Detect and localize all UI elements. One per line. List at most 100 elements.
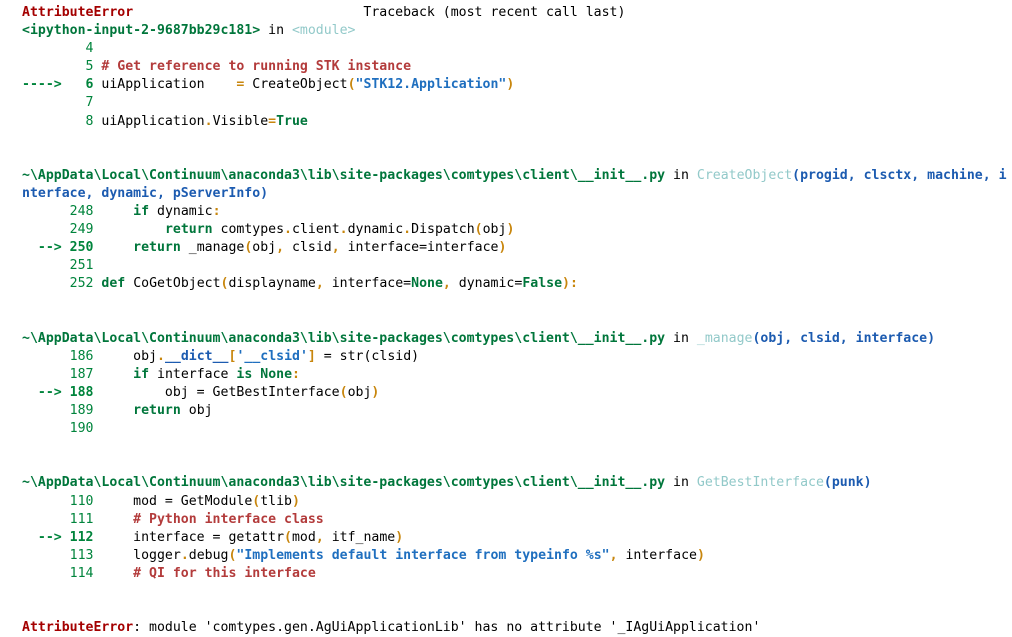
code-token: is bbox=[236, 366, 253, 382]
code-token: False bbox=[522, 276, 563, 292]
source-line: 190 bbox=[22, 420, 1012, 438]
code-token: ) bbox=[696, 547, 705, 563]
in-keyword: in bbox=[665, 167, 697, 183]
frame-scope: _manage bbox=[696, 330, 753, 346]
line-number: 8 bbox=[61, 113, 94, 129]
code-token: if bbox=[133, 204, 150, 220]
source-line: --> 188 obj = GetBestInterface(obj) bbox=[22, 384, 1012, 402]
final-exception-message: : module 'comtypes.gen.AgUiApplicationLi… bbox=[133, 620, 761, 636]
line-number: 250 bbox=[61, 240, 94, 256]
frame-location: ~\AppData\Local\Continuum\anaconda3\lib\… bbox=[22, 475, 666, 491]
source-line: 8 uiApplication.Visible=True bbox=[22, 113, 1012, 131]
source-line: 111 # Python interface class bbox=[22, 511, 1012, 529]
frame-scope: CreateObject bbox=[696, 167, 793, 183]
frame-arrow bbox=[22, 258, 62, 273]
frame-arrow bbox=[22, 59, 62, 74]
line-number: 188 bbox=[61, 384, 94, 400]
traceback-header-row: AttributeError Traceback (most recent ca… bbox=[22, 4, 1012, 22]
traceback-note: Traceback (most recent call last) bbox=[363, 5, 626, 20]
code-token: "STK12.Application" bbox=[355, 77, 507, 93]
code-token: _manage bbox=[180, 240, 245, 256]
code-token: comtypes bbox=[212, 222, 285, 238]
line-number: 189 bbox=[61, 403, 94, 419]
line-number: 252 bbox=[61, 276, 94, 292]
code-token: interface=interface bbox=[339, 240, 499, 256]
frame-gap bbox=[22, 149, 1012, 167]
in-keyword: in bbox=[260, 23, 292, 39]
frame-arrow: --> bbox=[22, 384, 62, 400]
line-number: 249 bbox=[61, 222, 94, 238]
code-token: logger bbox=[93, 547, 181, 563]
frame-arrow bbox=[22, 276, 62, 291]
source-line: 113 logger.debug("Implements default int… bbox=[22, 547, 1012, 565]
code-token: . bbox=[204, 113, 213, 129]
frame-scope: GetBestInterface bbox=[696, 475, 824, 491]
frame-location: <ipython-input-2-9687bb29c181> bbox=[22, 23, 261, 39]
source-line: --> 250 return _manage(obj, clsid, inter… bbox=[22, 239, 1012, 257]
code-token: debug bbox=[188, 547, 229, 563]
code-token: obj bbox=[252, 240, 277, 256]
line-number: 6 bbox=[61, 77, 94, 93]
code-token: # Python interface class bbox=[93, 511, 324, 527]
frame-gap bbox=[22, 438, 1012, 456]
frame-location-row: ~\AppData\Local\Continuum\anaconda3\lib\… bbox=[22, 167, 1012, 185]
line-number: 112 bbox=[61, 529, 94, 545]
frame-arrow bbox=[22, 367, 62, 382]
exception-name: AttributeError bbox=[22, 5, 134, 20]
frame-gap bbox=[22, 312, 1012, 330]
code-token: = bbox=[268, 113, 277, 129]
code-token: = str(clsid) bbox=[315, 348, 420, 364]
code-token: return bbox=[133, 240, 181, 256]
line-number: 114 bbox=[61, 565, 94, 581]
frame-arrow bbox=[22, 421, 62, 436]
frame-signature-wrap-row: nterface, dynamic, pServerInfo) bbox=[22, 185, 1012, 203]
frame-location: ~\AppData\Local\Continuum\anaconda3\lib\… bbox=[22, 167, 666, 183]
code-token: itf_name bbox=[323, 529, 396, 545]
frame-location-row: ~\AppData\Local\Continuum\anaconda3\lib\… bbox=[22, 330, 1012, 348]
line-number: 186 bbox=[61, 348, 94, 364]
code-token: "Implements default interface from typei… bbox=[236, 547, 610, 563]
code-token: True bbox=[276, 113, 308, 129]
code-token: ( bbox=[474, 222, 483, 238]
code-token: Dispatch bbox=[411, 222, 475, 238]
frame-gap bbox=[22, 294, 1012, 312]
frame-arrow: --> bbox=[22, 240, 62, 256]
code-token: mod = GetModule bbox=[93, 493, 253, 509]
frame-arrow bbox=[22, 95, 62, 110]
code-token: . bbox=[339, 222, 348, 238]
code-token: obj bbox=[482, 222, 507, 238]
frame-gap bbox=[22, 131, 1012, 149]
code-token: ) bbox=[506, 77, 515, 93]
code-token: interface= bbox=[323, 276, 412, 292]
code-token: def bbox=[101, 276, 126, 292]
frame-arrow: ----> bbox=[22, 77, 62, 93]
frame-signature: (progid, clsctx, machine, i bbox=[792, 167, 1007, 183]
code-token: None bbox=[260, 366, 293, 382]
frame-scope: <module> bbox=[291, 23, 356, 39]
code-token: displayname bbox=[228, 276, 316, 292]
code-token: ) bbox=[498, 240, 507, 256]
source-line: 187 if interface is None: bbox=[22, 366, 1012, 384]
code-token: . bbox=[284, 222, 292, 238]
code-token: ( bbox=[339, 384, 348, 400]
code-token: Visible bbox=[212, 113, 269, 129]
frame-arrow bbox=[22, 494, 62, 509]
line-number: 187 bbox=[61, 366, 94, 382]
code-token: clsid bbox=[284, 240, 332, 256]
code-token: ( bbox=[284, 529, 292, 545]
line-number: 7 bbox=[61, 95, 94, 111]
final-exception-name: AttributeError bbox=[22, 620, 134, 636]
code-token: return bbox=[164, 222, 213, 238]
frame-gap bbox=[22, 456, 1012, 474]
line-number: 251 bbox=[61, 258, 94, 274]
source-line: 186 obj.__dict__['__clsid'] = str(clsid) bbox=[22, 348, 1012, 366]
line-number: 110 bbox=[61, 493, 94, 509]
code-token: CreateObject bbox=[244, 77, 348, 93]
line-number: 111 bbox=[61, 511, 94, 527]
frame-arrow bbox=[22, 512, 62, 527]
code-token: # QI for this interface bbox=[93, 565, 316, 581]
code-token: ( bbox=[228, 547, 237, 563]
